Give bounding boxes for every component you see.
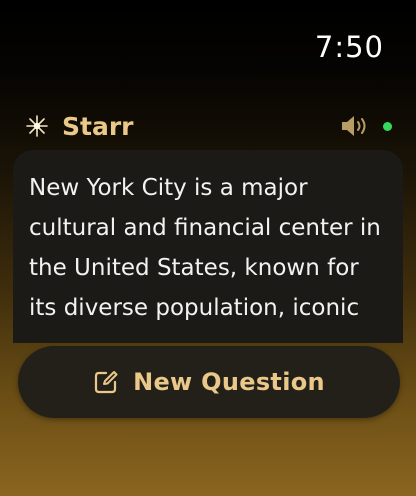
- clock: 7:50: [314, 30, 384, 64]
- response-text: New York City is a major cultural and fi…: [29, 175, 381, 321]
- app-header: Starr: [26, 108, 392, 144]
- compose-icon: [93, 369, 119, 395]
- new-question-button[interactable]: New Question: [18, 346, 400, 418]
- app-name: Starr: [62, 111, 134, 141]
- status-dot: [383, 121, 392, 131]
- speaker-icon[interactable]: [339, 114, 371, 138]
- response-card[interactable]: New York City is a major cultural and fi…: [13, 150, 403, 343]
- sparkle-icon: [26, 115, 48, 137]
- new-question-label: New Question: [133, 368, 325, 396]
